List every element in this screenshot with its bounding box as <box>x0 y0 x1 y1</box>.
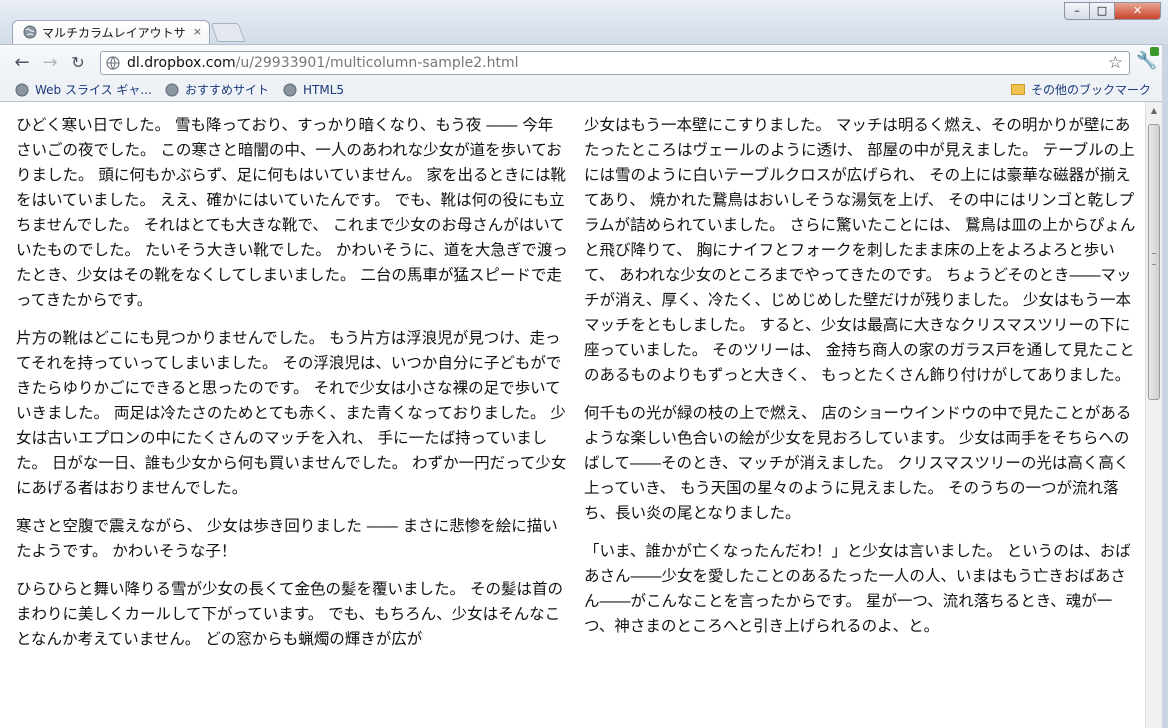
story-paragraph: 寒さと空腹で震えながら、 少女は歩き回りました ―― まさに悲惨を絵に描いたよう… <box>16 517 558 560</box>
folder-icon <box>1011 84 1025 95</box>
globe-icon <box>15 83 29 97</box>
maximize-button[interactable]: □ <box>1090 2 1115 20</box>
minimize-button[interactable]: – <box>1064 2 1090 20</box>
maximize-icon: □ <box>1096 4 1108 17</box>
window-titlebar: マルチカラムレイアウトサ × – □ ✕ <box>0 0 1168 44</box>
page-globe-icon <box>106 56 120 70</box>
window-frame-edge <box>1162 44 1168 728</box>
url-text: dl.dropbox.com/u/29933901/multicolumn-sa… <box>127 54 518 72</box>
grip-icon <box>1152 253 1156 265</box>
tab-close-icon[interactable]: × <box>193 25 202 39</box>
navigation-toolbar: ← → ↻ dl.dropbox.com/u/29933901/multicol… <box>0 44 1168 81</box>
bookmark-label: おすすめサイト <box>185 83 270 97</box>
other-bookmarks-label: その他のブックマーク <box>1031 83 1152 97</box>
story-paragraph: 「いま、誰かが亡くなったんだわ！」と少女は言いました。 というのは、おばあさん―… <box>584 542 1131 635</box>
close-window-button[interactable]: ✕ <box>1115 2 1161 20</box>
address-bar[interactable]: dl.dropbox.com/u/29933901/multicolumn-sa… <box>100 51 1130 75</box>
url-host: dl.dropbox.com <box>127 55 236 71</box>
text-column-right: 少女はもう一本壁にこすりました。 マッチは明るく燃え、その明かりが壁にあたったと… <box>584 113 1136 652</box>
update-badge-icon <box>1150 47 1159 56</box>
browser-tab[interactable]: マルチカラムレイアウトサ × <box>12 20 210 44</box>
tab-title: マルチカラムレイアウトサ <box>42 26 186 40</box>
story-paragraph: ひどく寒い日でした。 雪も降っており、すっかり暗くなり、もう夜 ―― 今年さいご… <box>16 116 568 309</box>
back-arrow-icon[interactable]: ← <box>12 53 32 73</box>
story-paragraph: ひらひらと舞い降りる雪が少女の長くて金色の髪を覆いました。 その髪は首のまわりに… <box>16 580 563 648</box>
bookmark-item[interactable]: おすすめサイト <box>165 82 280 98</box>
scrollbar-thumb[interactable] <box>1148 124 1160 400</box>
bookmark-star-icon[interactable]: ☆ <box>1108 53 1123 73</box>
other-bookmarks-folder[interactable]: その他のブックマーク <box>1011 82 1161 98</box>
globe-icon <box>283 83 297 97</box>
story-paragraph: 少女はもう一本壁にこすりました。 マッチは明るく燃え、その明かりが壁にあたったと… <box>584 116 1136 384</box>
close-icon: ✕ <box>1132 4 1143 17</box>
reload-icon[interactable]: ↻ <box>68 53 88 73</box>
story-paragraph: 片方の靴はどこにも見つかりませんでした。 もう片方は浮浪児が見つけ、走ってそれを… <box>16 329 567 497</box>
scroll-up-arrow-icon[interactable]: ▲ <box>1146 106 1162 115</box>
bookmark-label: Web スライス ギャ... <box>35 83 152 97</box>
forward-arrow-icon[interactable]: → <box>40 53 60 73</box>
bookmarks-bar: Web スライス ギャ... おすすめサイト HTML5 その他のブックマーク <box>0 80 1168 102</box>
story-paragraph: 何千もの光が緑の枝の上で燃え、 店のショーウインドウの中で見たことがあるような楽… <box>584 404 1132 522</box>
new-tab-button[interactable] <box>210 23 246 42</box>
bookmark-item[interactable]: HTML5 <box>283 82 363 98</box>
vertical-scrollbar[interactable]: ▲ <box>1145 102 1162 728</box>
globe-icon <box>165 83 179 97</box>
bookmark-item[interactable]: Web スライス ギャ... <box>15 82 160 98</box>
text-column-left: ひどく寒い日でした。 雪も降っており、すっかり暗くなり、もう夜 ―― 今年さいご… <box>16 113 568 665</box>
page-content: ひどく寒い日でした。 雪も降っており、すっかり暗くなり、もう夜 ―― 今年さいご… <box>0 102 1145 728</box>
bookmark-label: HTML5 <box>303 83 345 97</box>
url-path: /u/29933901/multicolumn-sample2.html <box>235 55 519 71</box>
globe-icon <box>23 25 37 39</box>
minimize-icon: – <box>1074 4 1080 17</box>
